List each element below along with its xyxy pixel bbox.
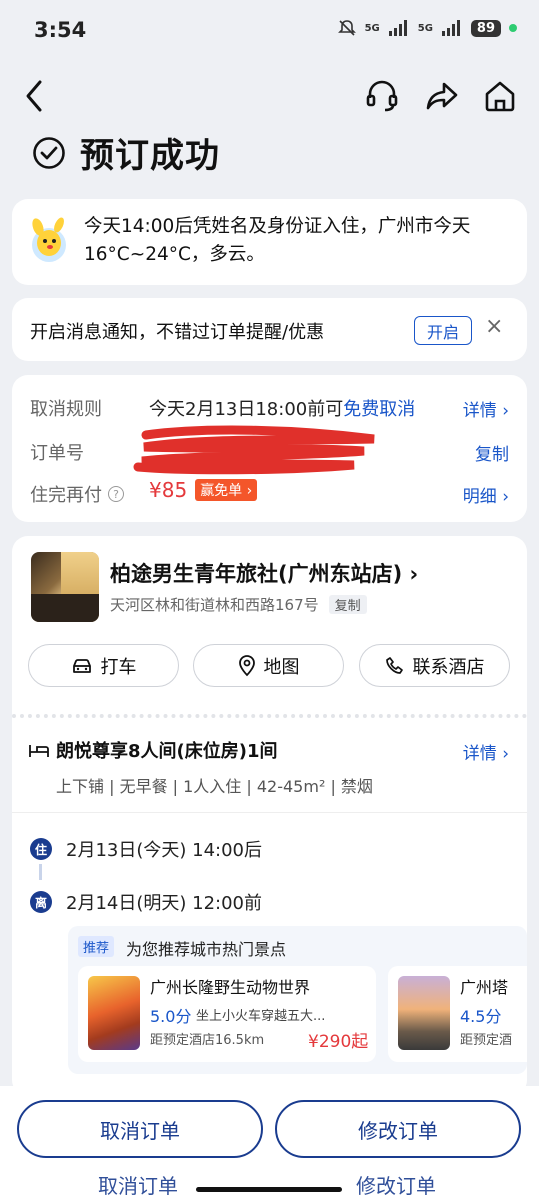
pay-later-row: 住完再付 ? <box>30 481 124 507</box>
cancel-rule-deadline: 今天2月13日18:00前可 <box>149 399 344 420</box>
hotel-address: 天河区林和街道林和西路167号 <box>110 596 319 614</box>
attraction-name: 广州塔 <box>460 978 509 997</box>
battery-indicator: 89 <box>470 19 501 37</box>
room-title-text: 朗悦尊享8人间(床位房)1间 <box>56 741 278 762</box>
hotel-photo[interactable] <box>31 552 99 622</box>
bottom-action-bar: 取消订单 修改订单 取消订单 修改订单 <box>0 1086 539 1200</box>
copy-order-number-button[interactable]: 复制 <box>475 440 509 465</box>
modify-order-button[interactable]: 修改订单 <box>275 1100 521 1158</box>
top-nav <box>0 72 539 122</box>
hotel-name: 柏途男生青年旅社(广州东站店) <box>110 562 403 586</box>
signal-icon <box>388 20 407 36</box>
attraction-price: ¥290起 <box>308 1032 369 1052</box>
price-detail-link[interactable]: 明细 › <box>463 482 509 507</box>
room-detail-label: 详情 <box>462 744 497 764</box>
attraction-photo <box>88 976 140 1050</box>
cancel-detail-label: 详情 <box>462 401 497 421</box>
copy-address-button[interactable]: 复制 <box>328 595 367 614</box>
recommend-heading: 为您推荐城市热门景点 <box>126 940 287 959</box>
attraction-score: 4.5分 <box>460 1007 502 1026</box>
checkout-row: 离 2月14日(明天) 12:00前 <box>30 889 262 915</box>
attraction-card[interactable]: 广州长隆野生动物世界 5.0分 坐上小火车穿越五大... 距预定酒店16.5km… <box>78 966 376 1062</box>
hotel-address-row: 天河区林和街道林和西路167号 复制 <box>110 594 367 615</box>
contact-hotel-label: 联系酒店 <box>412 656 485 678</box>
cancel-rule-value: 今天2月13日18:00前可免费取消 <box>149 395 415 421</box>
back-icon[interactable] <box>22 78 48 114</box>
cancel-order-button[interactable]: 取消订单 <box>17 1100 263 1158</box>
free-order-badge[interactable]: 赢免单 › <box>195 479 258 501</box>
cancel-order-ghost: 取消订单 <box>98 1174 178 1198</box>
room-detail-link[interactable]: 详情 › <box>463 739 509 764</box>
checkin-tip-card: 今天14:00后凭姓名及身份证入住，广州市今天16°C~24°C，多云。 <box>12 199 527 285</box>
order-rules-card: 取消规则 今天2月13日18:00前可免费取消 详情 › 订单号 复制 住完再付… <box>12 375 527 522</box>
checkin-time: 2月13日(今天) 14:00后 <box>66 840 262 861</box>
map-button[interactable]: 地图 <box>193 644 344 687</box>
taxi-button[interactable]: 打车 <box>28 644 179 687</box>
checkin-row: 住 2月13日(今天) 14:00后 <box>30 836 262 862</box>
checkout-badge: 离 <box>30 891 52 913</box>
free-cancel-text: 免费取消 <box>343 399 416 420</box>
system-icons: 5G 5G 89 <box>337 18 517 38</box>
price-detail-label: 明细 <box>462 487 497 507</box>
order-number-label: 订单号 <box>30 443 84 464</box>
attraction-name: 广州长隆野生动物世界 <box>150 978 311 997</box>
car-icon <box>72 658 91 673</box>
network-label-b: 5G <box>417 22 433 34</box>
page-title: 预订成功 <box>32 128 220 177</box>
room-tags: 上下铺 | 无早餐 | 1人入住 | 42-45m² | 禁烟 <box>56 777 373 796</box>
cancel-detail-link[interactable]: 详情 › <box>463 396 509 421</box>
recommend-tag: 推荐 <box>78 936 115 957</box>
contact-hotel-button[interactable]: 联系酒店 <box>359 644 510 687</box>
enable-notification-button[interactable]: 开启 <box>414 316 472 345</box>
status-time: 3:54 <box>34 18 87 42</box>
customer-service-icon[interactable] <box>364 78 400 114</box>
home-icon[interactable] <box>482 78 518 114</box>
modify-order-ghost: 修改订单 <box>356 1174 436 1198</box>
page-title-text: 预订成功 <box>80 136 220 176</box>
pay-later-price: ¥85 <box>149 478 188 502</box>
bed-icon <box>29 745 49 757</box>
map-label: 地图 <box>263 656 300 678</box>
section-divider <box>12 812 527 813</box>
home-indicator <box>196 1187 342 1192</box>
cancel-rule-label: 取消规则 <box>30 399 102 420</box>
attraction-distance: 距预定酒店16.5km <box>150 1033 265 1048</box>
mute-icon <box>337 20 356 36</box>
pay-later-label: 住完再付 <box>30 485 102 506</box>
attraction-score: 5.0分 <box>150 1007 192 1026</box>
attraction-distance: 距预定酒 <box>460 1033 513 1048</box>
recommendation-box: 推荐 为您推荐城市热门景点 广州长隆野生动物世界 5.0分 坐上小火车穿越五大.… <box>68 926 527 1074</box>
privacy-dot <box>509 24 517 32</box>
checkin-tip-text: 今天14:00后凭姓名及身份证入住，广州市今天16°C~24°C，多云。 <box>84 216 471 265</box>
status-bar: 3:54 5G 5G 89 <box>0 0 539 62</box>
hotel-card: 柏途男生青年旅社(广州东站店) › 天河区林和街道林和西路167号 复制 打车 … <box>12 536 527 1096</box>
mascot-icon <box>32 217 66 262</box>
room-title: 朗悦尊享8人间(床位房)1间 <box>28 737 278 763</box>
signal-icon <box>441 20 460 36</box>
attraction-card[interactable]: 广州塔 4.5分 距预定酒 <box>388 966 527 1062</box>
location-pin-icon <box>238 654 255 676</box>
hotel-name-link[interactable]: 柏途男生青年旅社(广州东站店) › <box>110 558 418 588</box>
info-icon[interactable]: ? <box>108 486 124 502</box>
phone-icon <box>385 656 403 674</box>
network-label-a: 5G <box>364 22 380 34</box>
taxi-label: 打车 <box>100 656 137 678</box>
pay-later-value: ¥85 赢免单 › <box>149 478 258 502</box>
attraction-photo <box>398 976 450 1050</box>
check-circle-icon <box>33 136 65 169</box>
redaction-scribble <box>133 425 375 475</box>
timeline-connector <box>39 864 42 880</box>
free-order-badge-label: 赢免单 <box>200 483 243 499</box>
notification-text: 开启消息通知，不错过订单提醒/优惠 <box>30 322 325 343</box>
notification-card: 开启消息通知，不错过订单提醒/优惠 开启 × <box>12 298 527 361</box>
attraction-description: 坐上小火车穿越五大... <box>196 1009 326 1024</box>
checkin-badge: 住 <box>30 838 52 860</box>
share-icon[interactable] <box>424 78 460 114</box>
checkout-time: 2月14日(明天) 12:00前 <box>66 893 262 914</box>
section-divider <box>12 714 527 718</box>
close-icon[interactable]: × <box>485 314 503 339</box>
